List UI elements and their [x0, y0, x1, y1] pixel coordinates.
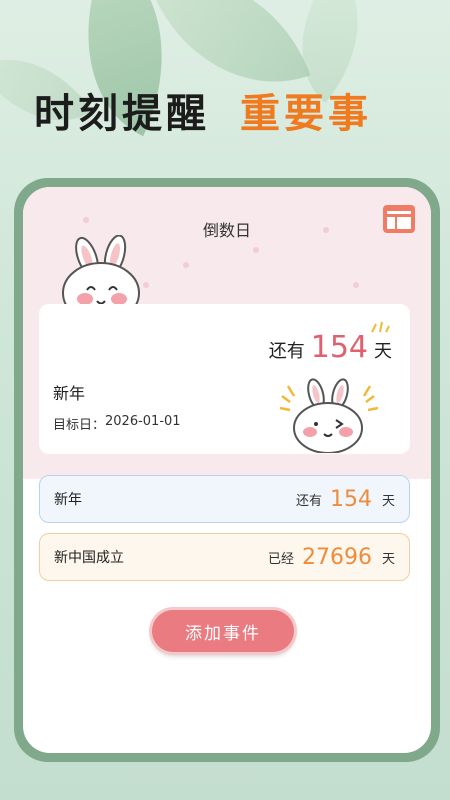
layout-menu-icon[interactable]: [383, 205, 415, 233]
headline-part2: 重要事: [240, 91, 372, 137]
event-prefix: 已经: [267, 551, 294, 567]
headline-part1: 时刻提醒: [34, 91, 210, 137]
promo-headline: 时刻提醒 重要事: [34, 82, 372, 138]
list-item[interactable]: 新年 还有 154 天: [39, 475, 410, 523]
event-list: 新年 还有 154 天 新中国成立 已经 27696 天: [39, 475, 410, 591]
list-item[interactable]: 新中国成立 已经 27696 天: [39, 533, 410, 581]
featured-count: 还有 154 天: [269, 330, 392, 365]
featured-prefix: 还有: [268, 341, 305, 362]
event-prefix: 还有: [295, 493, 322, 509]
target-label: 目标日：: [53, 418, 106, 433]
event-unit: 天: [381, 551, 395, 567]
event-count: 27696: [301, 544, 372, 570]
event-unit: 天: [381, 493, 395, 509]
featured-number: 154: [310, 330, 368, 365]
app-screen: 倒数日 还有 154 天 新年 目标日： 2026-01-01 新年 还有 15…: [23, 187, 431, 753]
featured-target-date: 目标日： 2026-01-01: [53, 414, 181, 433]
event-name: 新年: [54, 492, 82, 508]
event-count: 154: [329, 486, 372, 512]
target-date-value: 2026-01-01: [105, 414, 181, 429]
add-event-button[interactable]: 添加事件: [152, 610, 294, 652]
event-name: 新中国成立: [54, 550, 124, 566]
phone-frame: 倒数日 还有 154 天 新年 目标日： 2026-01-01 新年 还有 15…: [14, 178, 440, 762]
featured-unit: 天: [374, 341, 392, 362]
featured-countdown-card[interactable]: 还有 154 天 新年 目标日： 2026-01-01: [39, 304, 410, 454]
featured-event-name: 新年: [53, 384, 86, 403]
bunny-peek-illustration: [279, 378, 379, 453]
